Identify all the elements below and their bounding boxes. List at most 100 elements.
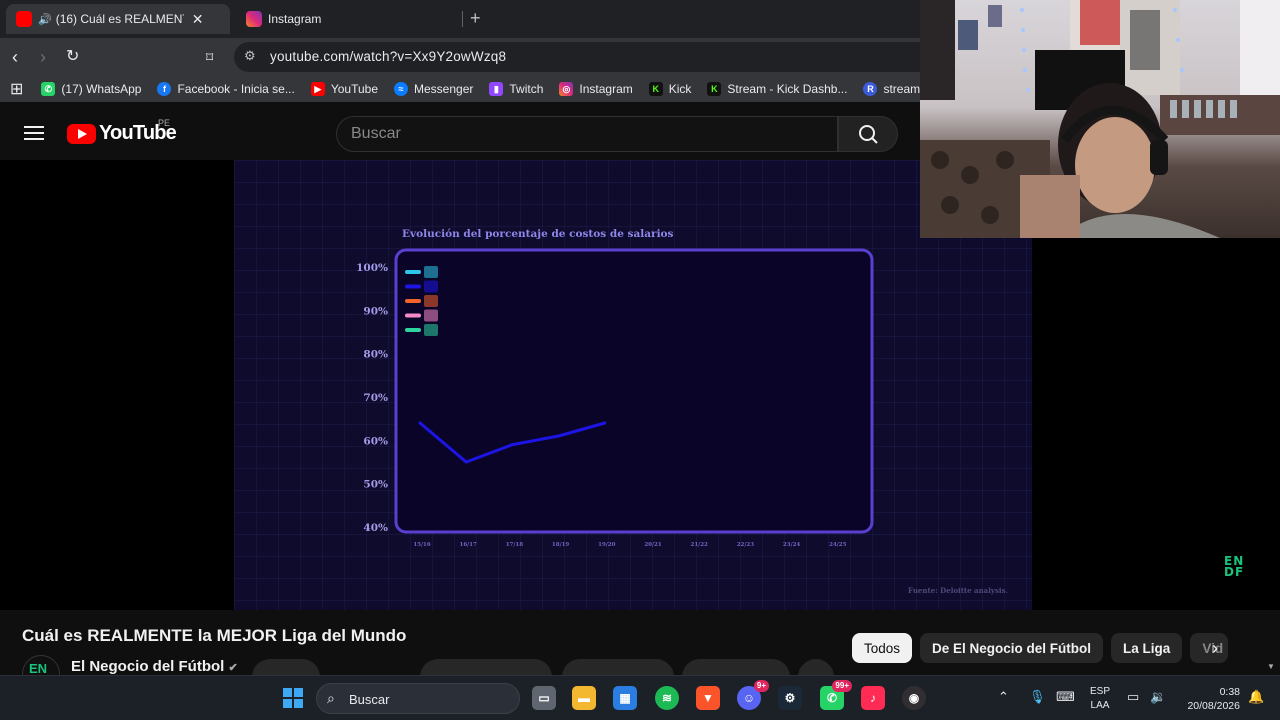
browser-toolbar: ‹ › ↻ ⌑ ⚙ youtube.com/watch?v=Xx9Y2owWzq… (0, 38, 934, 76)
country-code: PE (158, 118, 171, 128)
x-tick-label: 22/23 (737, 542, 754, 548)
steam-icon[interactable]: ⚙ (778, 686, 802, 710)
notification-bell-button[interactable] (252, 659, 320, 675)
new-tab-button[interactable]: + (470, 8, 481, 29)
file-explorer-icon[interactable]: ▬ (572, 686, 596, 710)
data-point (557, 434, 561, 438)
chevron-right-icon[interactable]: › (1212, 638, 1218, 659)
volume-icon[interactable]: 🔉 (1150, 689, 1166, 705)
tab-title: Instagram (268, 12, 322, 26)
bookmark-messenger[interactable]: ≈ Messenger (394, 82, 473, 96)
x-tick-label: 21/22 (691, 542, 708, 548)
windows-start-icon[interactable] (283, 688, 303, 708)
like-button[interactable] (420, 659, 552, 675)
microphone-icon[interactable]: 🎙 (1029, 689, 1046, 705)
x-tick-label: 24/25 (829, 542, 846, 548)
data-point (603, 421, 607, 425)
close-tab-icon[interactable]: ✕ (192, 11, 204, 28)
tab-instagram[interactable]: Instagram (236, 4, 456, 34)
messenger-icon: ≈ (394, 82, 408, 96)
tiktok-studio-icon[interactable]: ♪ (861, 686, 885, 710)
search-button[interactable] (838, 116, 898, 152)
chip-videos[interactable]: Vid (1190, 633, 1229, 663)
keyboard-icon[interactable]: ⌨ (1056, 689, 1075, 705)
network-icon[interactable]: ▭ (1127, 689, 1139, 705)
y-tick-label: 60% (363, 435, 388, 447)
search-box[interactable] (336, 116, 838, 152)
input-language[interactable]: ESP LAA (1090, 685, 1110, 713)
tab-separator (462, 11, 463, 27)
legend-league-logo-icon (424, 324, 438, 336)
browser-tab-strip: 🔊 (16) Cuál es REALMENTE la MEJOR Liga d… (0, 0, 920, 38)
youtube-icon (16, 11, 32, 27)
legend-swatch (405, 270, 421, 274)
bookmark-instagram[interactable]: ◎ Instagram (559, 82, 633, 96)
bookmark-youtube[interactable]: ▶ YouTube (310, 82, 378, 96)
audio-playing-icon[interactable]: 🔊 (38, 13, 52, 26)
whatsapp-icon[interactable]: ✆ 99+ (820, 680, 852, 710)
y-tick-label: 50% (363, 479, 388, 491)
whatsapp-badge: 99+ (832, 680, 852, 692)
promote-button[interactable] (682, 659, 790, 675)
y-tick-label: 40% (363, 522, 388, 534)
search-icon: ⌕ (327, 690, 335, 706)
channel-name[interactable]: El Negocio del Fútbol ✔ (71, 658, 238, 675)
clock[interactable]: 0:38 20/08/2026 (1180, 685, 1240, 713)
scroll-down-arrow-icon[interactable]: ▼ (1267, 662, 1275, 671)
reload-button[interactable]: ↻ (66, 44, 79, 70)
tab-title: (16) Cuál es REALMENTE la MEJOR Liga del… (55, 12, 184, 26)
bookmark-kick[interactable]: K Kick (648, 82, 691, 96)
bookmark-icon[interactable]: ⌑ (206, 44, 213, 70)
search-input[interactable] (351, 125, 811, 143)
back-button[interactable]: ‹ (12, 44, 18, 70)
menu-icon[interactable] (24, 122, 44, 144)
channel-avatar[interactable]: EN (22, 655, 60, 675)
kick-icon: K (707, 82, 722, 96)
legend-league-logo-icon (424, 295, 438, 307)
url-text: youtube.com/watch?v=Xx9Y2owWzq8 (270, 49, 507, 64)
chip-channel[interactable]: De El Negocio del Fútbol (920, 633, 1104, 663)
legend-swatch (405, 284, 421, 289)
x-tick-label: 20/21 (644, 542, 661, 548)
video-frame[interactable]: Evolución del porcentaje de costos de sa… (234, 160, 1243, 610)
tab-youtube[interactable]: 🔊 (16) Cuál es REALMENTE la MEJOR Liga d… (6, 4, 230, 34)
legend-league-logo-icon (424, 266, 438, 278)
legend-league-logo-icon (424, 280, 438, 293)
wage-costs-line-chart: Evolución del porcentaje de costos de sa… (356, 228, 874, 548)
chip-la-liga[interactable]: La Liga (1111, 633, 1183, 663)
y-tick-label: 70% (363, 392, 388, 404)
discord-icon[interactable]: ☺ 9+ (737, 680, 769, 710)
apps-grid-icon[interactable]: ⊞ (10, 79, 23, 99)
store-icon[interactable]: ▦ (613, 686, 637, 710)
bookmark-stream-tiktok[interactable]: Rstream tiktok (863, 82, 920, 96)
youtube-logo[interactable]: YouTube PE (67, 118, 177, 145)
address-bar[interactable]: ⚙ youtube.com/watch?v=Xx9Y2owWzq8 (234, 42, 934, 72)
forward-button[interactable]: › (40, 44, 46, 70)
twitch-icon: ▮ (489, 82, 504, 96)
brave-icon[interactable]: ▼ (696, 686, 720, 710)
verified-badge-icon: ✔ (228, 662, 238, 674)
taskbar-search[interactable]: ⌕ Buscar (316, 683, 520, 714)
data-point (464, 460, 468, 464)
bookmark-kick-dashboard[interactable]: K Stream - Kick Dashb... (707, 82, 847, 96)
task-view-icon[interactable]: ▭ (532, 686, 556, 710)
source-note: Fuente: Deloitte analysis. (908, 586, 1008, 595)
taskbar-search-label: Buscar (349, 692, 390, 707)
windows-taskbar: ⌕ Buscar ▭ ▬ ▦ ≋ ▼ ☺ 9+ ⚙ ✆ 99+ ♪ ◉ ⌃ 🎙 ⌨ … (0, 675, 1280, 720)
legend-swatch (405, 299, 421, 303)
bookmarks-bar: ⊞ ✆ (17) WhatsApp f Facebook - Inicia se..… (0, 76, 920, 102)
share-button[interactable] (562, 659, 674, 675)
bookmark-facebook[interactable]: f Facebook - Inicia se... (157, 82, 295, 96)
channel-watermark-logo: EN DF (1224, 554, 1245, 579)
kick-icon: K (648, 82, 663, 96)
more-actions-button[interactable] (798, 659, 834, 675)
youtube-play-logo-icon (67, 123, 96, 144)
notifications-icon[interactable]: 🔔 (1248, 689, 1264, 705)
spotify-icon[interactable]: ≋ (655, 686, 679, 710)
webcam-overlay (920, 0, 1280, 238)
bookmark-whatsapp[interactable]: ✆ (17) WhatsApp (41, 82, 141, 96)
site-info-icon[interactable]: ⚙ (244, 48, 256, 64)
bookmark-twitch[interactable]: ▮ Twitch (489, 82, 543, 96)
chevron-up-icon[interactable]: ⌃ (998, 689, 1009, 705)
obs-icon[interactable]: ◉ (902, 686, 926, 710)
